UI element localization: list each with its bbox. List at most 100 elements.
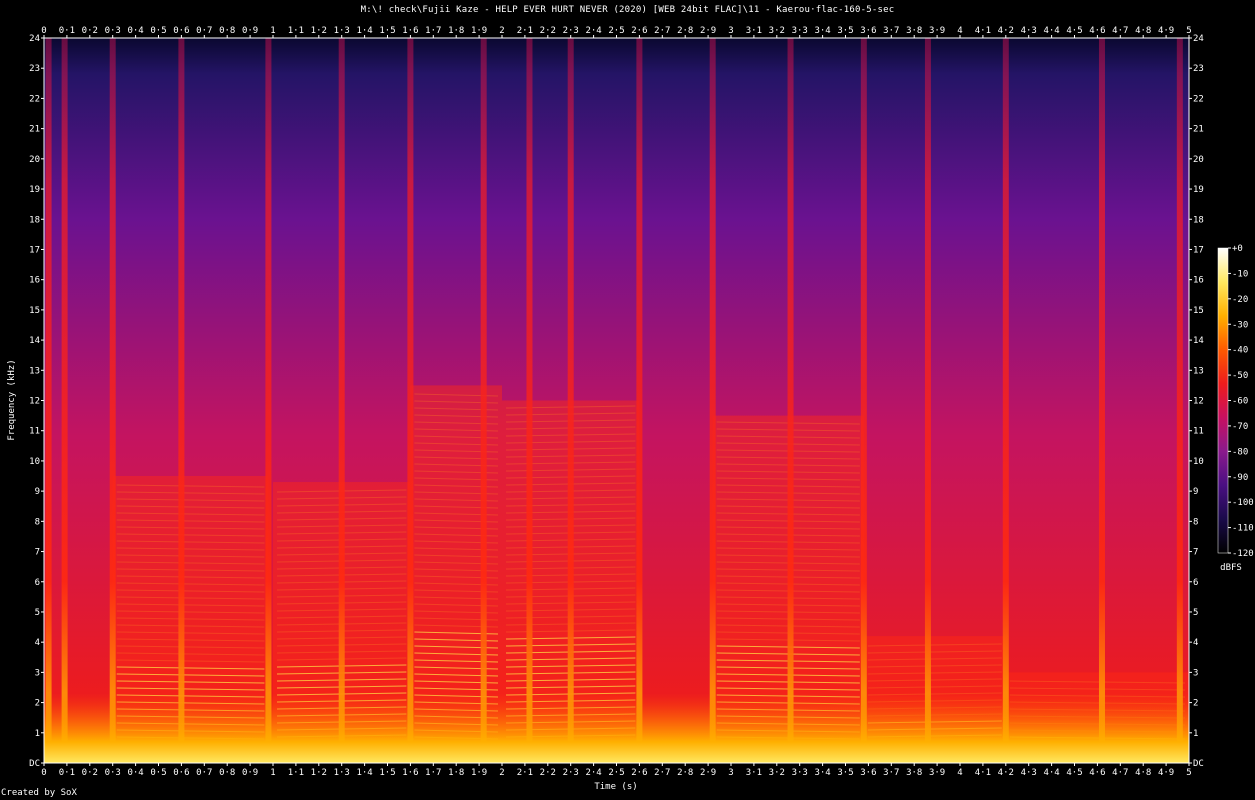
x-tick-label-bottom: 2·5	[608, 768, 624, 778]
x-tick-label-top: 1·2	[311, 26, 327, 36]
y-tick-label-right: 24	[1193, 34, 1204, 44]
x-tick-label-top: 1·7	[425, 26, 441, 36]
y-tick-label-right: 19	[1193, 185, 1204, 195]
y-tick-label-right: 17	[1193, 245, 1204, 255]
x-tick-label-bottom: 3·6	[860, 768, 876, 778]
x-tick-label-top: 2·5	[608, 26, 624, 36]
onset-streak	[709, 38, 716, 763]
y-tick-label-left: 19	[29, 185, 40, 195]
x-tick-label-bottom: 0·6	[173, 768, 189, 778]
y-tick-label-left: 11	[29, 427, 40, 437]
onset-streak	[1098, 38, 1105, 763]
x-tick-label-bottom: 4·6	[1089, 768, 1105, 778]
x-tick-label-bottom: 4·3	[1021, 768, 1037, 778]
y-tick-label-right: 10	[1193, 457, 1204, 467]
colorbar-tick-label: -20	[1232, 295, 1248, 305]
x-tick-label-top: 2·3	[563, 26, 579, 36]
y-tick-label-left: 9	[35, 487, 40, 497]
y-tick-label-right: 6	[1193, 578, 1198, 588]
x-tick-label-top: 3·3	[792, 26, 808, 36]
x-tick-label-bottom: 3·1	[746, 768, 762, 778]
y-tick-label-left: 15	[29, 306, 40, 316]
onset-streak	[265, 38, 272, 763]
colorbar-tick-label: -90	[1232, 473, 1248, 483]
colorbar-tick-label: -110	[1232, 524, 1254, 534]
colorbar-tick-label: -80	[1232, 447, 1248, 457]
x-tick-label-bottom: 2·2	[540, 768, 556, 778]
x-tick-label-bottom: 0	[41, 768, 46, 778]
colorbar-tick-label: -50	[1232, 371, 1248, 381]
x-tick-label-top: 3·9	[929, 26, 945, 36]
x-tick-label-top: 0·5	[150, 26, 166, 36]
x-tick-label-bottom: 1·8	[448, 768, 464, 778]
y-tick-label-right: 15	[1193, 306, 1204, 316]
onset-streak	[1002, 38, 1009, 763]
credit-text: Created by SoX	[1, 788, 77, 798]
x-tick-label-top: 1·6	[402, 26, 418, 36]
x-tick-label-bottom: 0·4	[127, 768, 143, 778]
x-tick-label-bottom: 0·8	[219, 768, 235, 778]
y-tick-label-left: 22	[29, 94, 40, 104]
y-tick-label-right: 13	[1193, 366, 1204, 376]
colorbar: +0 -10 -20 -30 -40 -50 -60 -70 -80 -90 -100 -110 -12…	[1217, 244, 1254, 573]
x-tick-label-top: 3	[728, 26, 733, 36]
onset-streak	[924, 38, 931, 763]
spectrogram-plot-area	[44, 38, 1189, 763]
y-tick-label-right: 22	[1193, 94, 1204, 104]
x-tick-label-top: 2·6	[631, 26, 647, 36]
y-tick-label-right: DC	[1193, 759, 1204, 769]
y-tick-label-right: 5	[1193, 608, 1198, 618]
onset-streak	[1176, 38, 1183, 763]
y-tick-label-right: 2	[1193, 699, 1198, 709]
x-tick-label-bottom: 2·1	[517, 768, 533, 778]
x-tick-label-bottom: 4·2	[998, 768, 1014, 778]
x-tick-label-bottom: 2·3	[563, 768, 579, 778]
x-tick-label-top: 0·9	[242, 26, 258, 36]
x-tick-label-top: 4·3	[1021, 26, 1037, 36]
y-tick-label-right: 4	[1193, 638, 1198, 648]
y-tick-label-left: 8	[35, 517, 40, 527]
x-tick-label-bottom: 1·7	[425, 768, 441, 778]
y-tick-label-left: 17	[29, 245, 40, 255]
x-tick-label-bottom: 4	[957, 768, 962, 778]
x-tick-label-top: 0·7	[196, 26, 212, 36]
y-tick-label-left: 7	[35, 548, 40, 558]
x-tick-label-top: 4·1	[975, 26, 991, 36]
y-axis-label: Frequency (kHz)	[7, 359, 17, 440]
onset-streak	[407, 38, 414, 763]
y-tick-label-right: 16	[1193, 276, 1204, 286]
x-tick-label-bottom: 3·7	[883, 768, 899, 778]
y-tick-label-left: 23	[29, 64, 40, 74]
onset-streak	[178, 38, 185, 763]
x-tick-label-top: 3·4	[814, 26, 830, 36]
x-tick-label-bottom: 3·9	[929, 768, 945, 778]
x-tick-label-bottom: 3·8	[906, 768, 922, 778]
low-frequency-energy	[44, 693, 1189, 763]
colorbar-label: dBFS	[1220, 563, 1242, 573]
x-tick-label-bottom: 1·9	[471, 768, 487, 778]
x-tick-label-bottom: 1·3	[334, 768, 350, 778]
x-tick-label-top: 2·7	[654, 26, 670, 36]
onset-streak	[109, 38, 116, 763]
x-tick-label-bottom: 4·7	[1112, 768, 1128, 778]
y-tick-label-right: 14	[1193, 336, 1204, 346]
x-tick-label-bottom: 3	[728, 768, 733, 778]
x-tick-label-bottom: 4·1	[975, 768, 991, 778]
x-tick-label-top: 0·4	[127, 26, 143, 36]
x-tick-label-top: 4	[957, 26, 962, 36]
colorbar-gradient	[1218, 248, 1228, 553]
y-tick-label-left: 20	[29, 155, 40, 165]
y-tick-label-left: 24	[29, 34, 40, 44]
y-axis-left: DC12345678910111213141516171819202122232…	[29, 34, 44, 769]
y-tick-label-right: 11	[1193, 427, 1204, 437]
x-tick-label-bottom: 0·2	[82, 768, 98, 778]
x-tick-label-top: 2·9	[700, 26, 716, 36]
y-tick-label-right: 12	[1193, 397, 1204, 407]
x-tick-label-bottom: 0·9	[242, 768, 258, 778]
x-tick-label-bottom: 3·3	[792, 768, 808, 778]
y-tick-label-right: 8	[1193, 517, 1198, 527]
x-tick-label-bottom: 0·5	[150, 768, 166, 778]
x-tick-label-top: 2·8	[677, 26, 693, 36]
y-tick-label-right: 1	[1193, 729, 1198, 739]
x-tick-label-top: 4·4	[1043, 26, 1059, 36]
